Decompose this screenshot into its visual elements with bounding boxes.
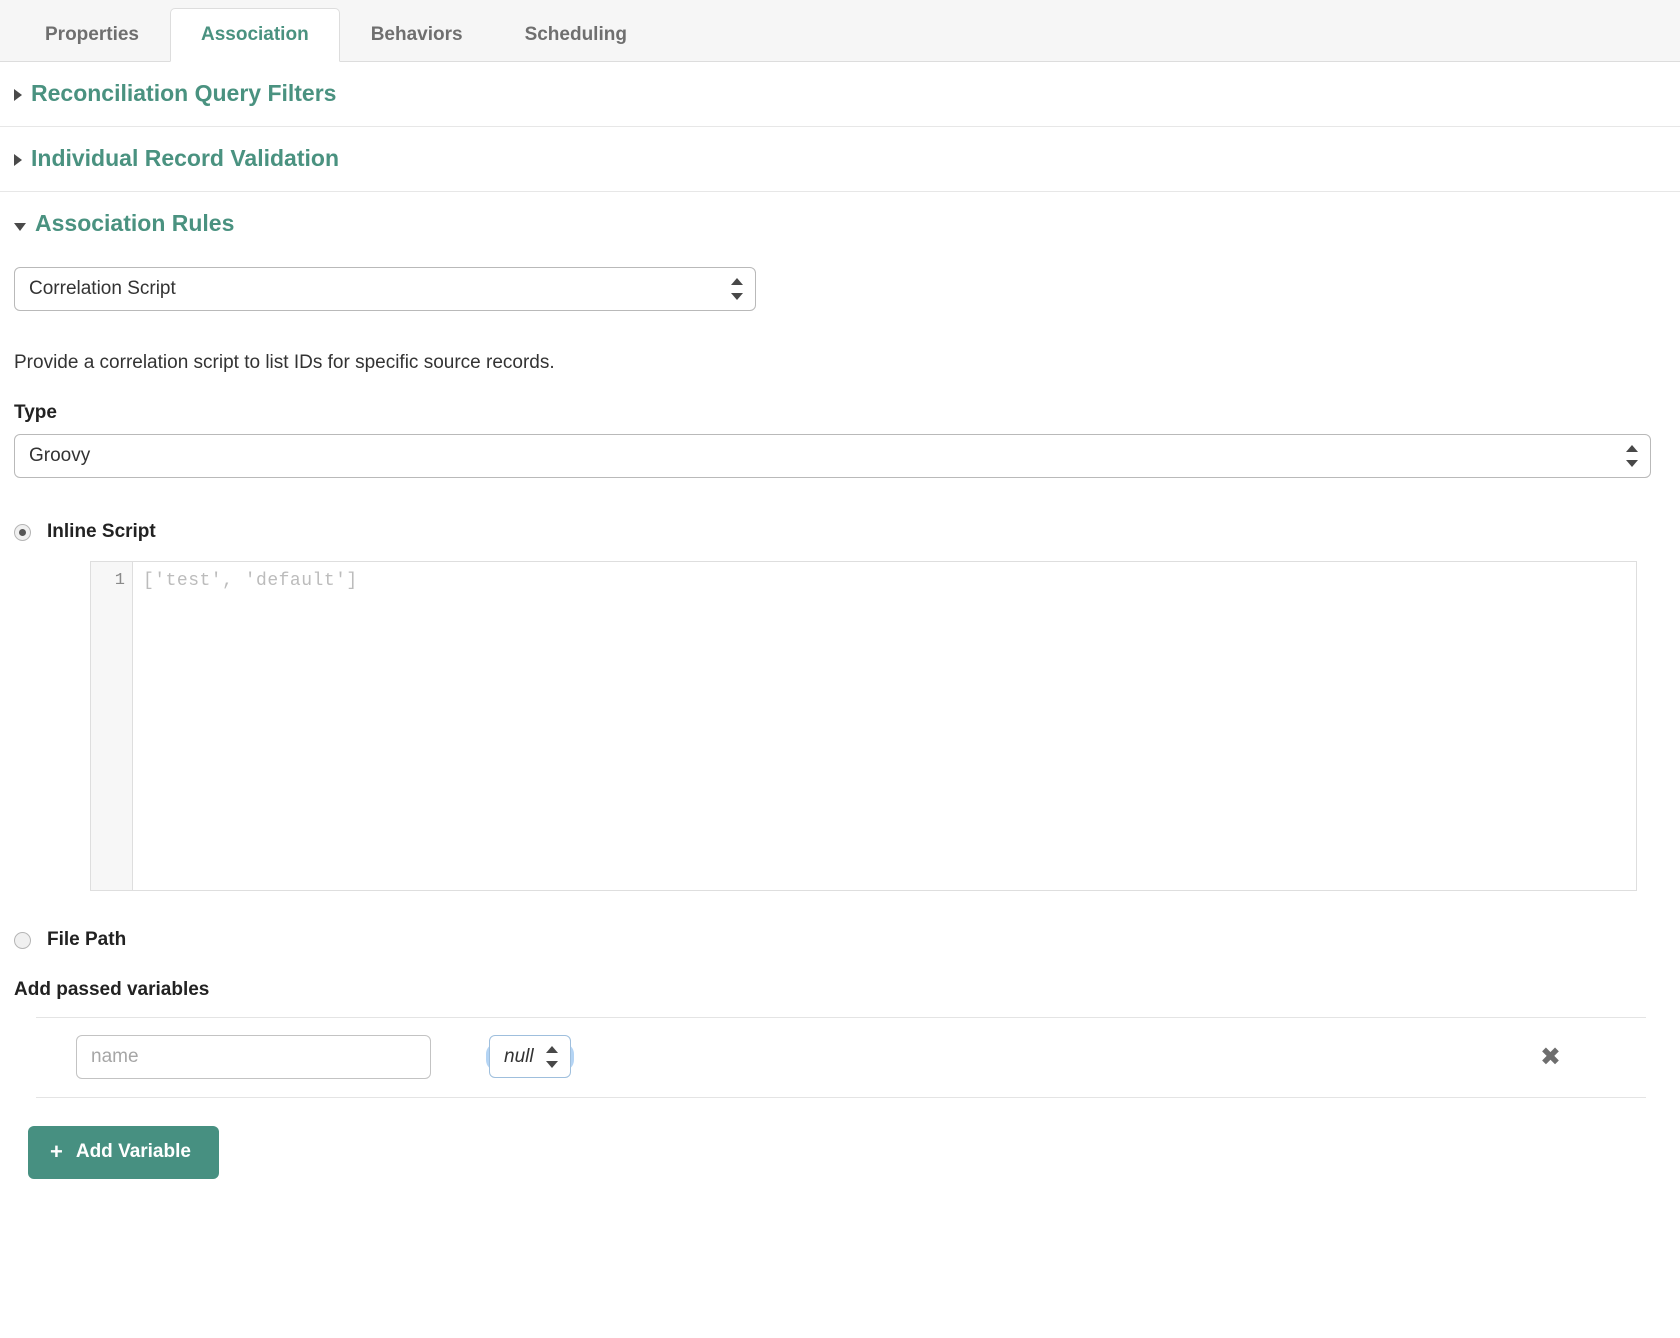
section-title-individual-record-validation: Individual Record Validation [31,145,339,171]
passed-variables-table: null ✖ [36,1017,1646,1098]
script-type-select-value: Groovy [14,434,1651,478]
section-individual-record-validation: Individual Record Validation [0,127,1680,192]
rule-kind-select-value: Correlation Script [14,267,756,311]
type-label: Type [14,402,57,423]
variable-name-cell [36,1035,431,1079]
caret-down-icon [14,222,26,231]
variable-delete-cell: ✖ [1540,1044,1646,1070]
radio-label-file-path: File Path [47,929,127,950]
close-x-icon[interactable]: ✖ [1540,1042,1561,1071]
table-row: null ✖ [36,1018,1646,1098]
add-variable-button[interactable]: + Add Variable [28,1126,219,1179]
caret-right-icon [14,88,22,101]
script-type-select[interactable]: Groovy [14,434,1651,478]
variable-value-select-value: null [489,1035,571,1078]
radio-row-inline-script[interactable]: Inline Script [14,521,1666,543]
section-header-individual-record-validation[interactable]: Individual Record Validation [0,147,1680,170]
radio-inline-script[interactable] [14,523,31,541]
editor-code-area[interactable]: ['test', 'default'] [133,562,1636,890]
correlation-script-help-text: Provide a correlation script to list IDs… [14,352,555,373]
variable-value-select[interactable]: null [489,1035,571,1078]
tab-bar: Properties Association Behaviors Schedul… [0,0,1680,62]
section-title-association-rules: Association Rules [35,210,235,236]
editor-gutter: 1 [91,562,133,890]
variable-value-cell: null [489,1035,571,1078]
section-header-association-rules[interactable]: Association Rules [0,212,1680,235]
radio-row-file-path[interactable]: File Path [14,929,1666,951]
variable-name-input[interactable] [76,1035,431,1079]
tab-scheduling[interactable]: Scheduling [494,8,658,61]
association-rules-body: Correlation Script Provide a correlation… [0,235,1680,1179]
section-header-reconciliation-query-filters[interactable]: Reconciliation Query Filters [0,82,1680,105]
tab-behaviors[interactable]: Behaviors [340,8,494,61]
inline-script-editor[interactable]: 1 ['test', 'default'] [90,561,1637,891]
tab-properties[interactable]: Properties [14,8,170,61]
rule-kind-select[interactable]: Correlation Script [14,267,756,311]
add-variable-button-label: Add Variable [75,1141,191,1162]
add-passed-variables-heading: Add passed variables [14,979,210,1000]
plus-icon: + [50,1139,63,1164]
radio-label-inline-script: Inline Script [47,521,156,542]
radio-file-path[interactable] [14,931,31,949]
section-title-reconciliation-query-filters: Reconciliation Query Filters [31,80,337,106]
editor-line-number: 1 [114,571,125,590]
caret-right-icon [14,153,22,166]
section-reconciliation-query-filters: Reconciliation Query Filters [0,62,1680,127]
variable-value-focus-ring: null [489,1035,571,1078]
section-association-rules: Association Rules Correlation Script Pro… [0,192,1680,1179]
tab-association[interactable]: Association [169,8,340,62]
